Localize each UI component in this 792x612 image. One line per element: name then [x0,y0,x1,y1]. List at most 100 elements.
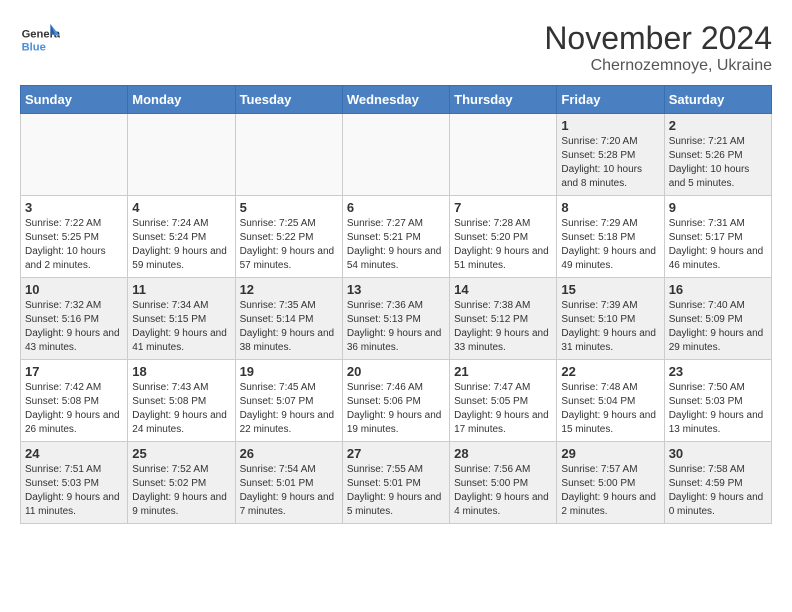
day-of-week-header: Friday [557,86,664,114]
month-title: November 2024 [544,20,772,57]
day-number: 1 [561,118,659,133]
day-number: 5 [240,200,338,215]
day-info: Sunrise: 7:34 AM Sunset: 5:15 PM Dayligh… [132,299,230,355]
day-info: Sunrise: 7:38 AM Sunset: 5:12 PM Dayligh… [454,299,552,355]
day-number: 18 [132,364,230,379]
day-number: 6 [347,200,445,215]
day-info: Sunrise: 7:55 AM Sunset: 5:01 PM Dayligh… [347,463,445,519]
calendar-cell: 10 Sunrise: 7:32 AM Sunset: 5:16 PM Dayli… [21,278,128,360]
calendar-cell: 14 Sunrise: 7:38 AM Sunset: 5:12 PM Dayli… [450,278,557,360]
calendar-cell: 18 Sunrise: 7:43 AM Sunset: 5:08 PM Dayli… [128,360,235,442]
calendar-cell: 27 Sunrise: 7:55 AM Sunset: 5:01 PM Dayli… [342,442,449,524]
day-of-week-header: Monday [128,86,235,114]
day-number: 9 [669,200,767,215]
calendar-cell [342,114,449,196]
calendar-cell [235,114,342,196]
calendar-cell: 13Sunrise: 7:36 AM Sunset: 5:13 PM Dayli… [342,278,449,360]
day-info: Sunrise: 7:32 AM Sunset: 5:16 PM Dayligh… [25,299,123,355]
day-number: 30 [669,446,767,461]
calendar-cell: 26 Sunrise: 7:54 AM Sunset: 5:01 PM Dayli… [235,442,342,524]
calendar-cell: 30 Sunrise: 7:58 AM Sunset: 4:59 PM Dayli… [664,442,771,524]
day-info: Sunrise: 7:20 AM Sunset: 5:28 PM Dayligh… [561,135,659,191]
day-info: Sunrise: 7:25 AM Sunset: 5:22 PM Dayligh… [240,217,338,273]
day-of-week-header: Wednesday [342,86,449,114]
logo-icon: General Blue [20,20,60,60]
logo: General Blue [20,20,64,60]
day-of-week-header: Thursday [450,86,557,114]
day-info: Sunrise: 7:48 AM Sunset: 5:04 PM Dayligh… [561,381,659,437]
day-info: Sunrise: 7:57 AM Sunset: 5:00 PM Dayligh… [561,463,659,519]
calendar-cell: 28 Sunrise: 7:56 AM Sunset: 5:00 PM Dayli… [450,442,557,524]
day-info: Sunrise: 7:51 AM Sunset: 5:03 PM Dayligh… [25,463,123,519]
day-info: Sunrise: 7:56 AM Sunset: 5:00 PM Dayligh… [454,463,552,519]
day-number: 22 [561,364,659,379]
calendar-cell [128,114,235,196]
location-subtitle: Chernozemnoye, Ukraine [544,57,772,75]
day-info: Sunrise: 7:52 AM Sunset: 5:02 PM Dayligh… [132,463,230,519]
day-number: 14 [454,282,552,297]
day-number: 23 [669,364,767,379]
calendar-cell: 19 Sunrise: 7:45 AM Sunset: 5:07 PM Dayli… [235,360,342,442]
day-info: Sunrise: 7:45 AM Sunset: 5:07 PM Dayligh… [240,381,338,437]
calendar-cell: 7Sunrise: 7:28 AM Sunset: 5:20 PM Daylig… [450,196,557,278]
day-number: 8 [561,200,659,215]
day-info: Sunrise: 7:46 AM Sunset: 5:06 PM Dayligh… [347,381,445,437]
calendar-cell: 20 Sunrise: 7:46 AM Sunset: 5:06 PM Dayli… [342,360,449,442]
day-info: Sunrise: 7:58 AM Sunset: 4:59 PM Dayligh… [669,463,767,519]
day-number: 12 [240,282,338,297]
calendar-cell: 5 Sunrise: 7:25 AM Sunset: 5:22 PM Daylig… [235,196,342,278]
day-number: 19 [240,364,338,379]
day-number: 25 [132,446,230,461]
day-info: Sunrise: 7:31 AM Sunset: 5:17 PM Dayligh… [669,217,767,273]
day-number: 15 [561,282,659,297]
day-number: 7 [454,200,552,215]
day-number: 2 [669,118,767,133]
calendar-cell: 16 Sunrise: 7:40 AM Sunset: 5:09 PM Dayli… [664,278,771,360]
day-number: 10 [25,282,123,297]
day-info: Sunrise: 7:39 AM Sunset: 5:10 PM Dayligh… [561,299,659,355]
day-number: 29 [561,446,659,461]
calendar-cell: 23 Sunrise: 7:50 AM Sunset: 5:03 PM Dayli… [664,360,771,442]
calendar-cell [21,114,128,196]
day-info: Sunrise: 7:54 AM Sunset: 5:01 PM Dayligh… [240,463,338,519]
day-number: 27 [347,446,445,461]
day-info: Sunrise: 7:43 AM Sunset: 5:08 PM Dayligh… [132,381,230,437]
day-info: Sunrise: 7:35 AM Sunset: 5:14 PM Dayligh… [240,299,338,355]
day-info: Sunrise: 7:50 AM Sunset: 5:03 PM Dayligh… [669,381,767,437]
calendar-cell: 12 Sunrise: 7:35 AM Sunset: 5:14 PM Dayli… [235,278,342,360]
day-info: Sunrise: 7:42 AM Sunset: 5:08 PM Dayligh… [25,381,123,437]
day-of-week-header: Sunday [21,86,128,114]
calendar-cell: 29 Sunrise: 7:57 AM Sunset: 5:00 PM Dayli… [557,442,664,524]
calendar-cell: 8 Sunrise: 7:29 AM Sunset: 5:18 PM Daylig… [557,196,664,278]
day-info: Sunrise: 7:22 AM Sunset: 5:25 PM Dayligh… [25,217,123,273]
calendar-cell: 6Sunrise: 7:27 AM Sunset: 5:21 PM Daylig… [342,196,449,278]
calendar-cell: 4 Sunrise: 7:24 AM Sunset: 5:24 PM Daylig… [128,196,235,278]
calendar-cell: 17 Sunrise: 7:42 AM Sunset: 5:08 PM Dayli… [21,360,128,442]
day-info: Sunrise: 7:24 AM Sunset: 5:24 PM Dayligh… [132,217,230,273]
day-number: 13 [347,282,445,297]
day-number: 28 [454,446,552,461]
calendar-cell: 9 Sunrise: 7:31 AM Sunset: 5:17 PM Daylig… [664,196,771,278]
day-number: 24 [25,446,123,461]
calendar-cell: 25 Sunrise: 7:52 AM Sunset: 5:02 PM Dayli… [128,442,235,524]
calendar-cell: 11Sunrise: 7:34 AM Sunset: 5:15 PM Dayli… [128,278,235,360]
calendar-cell: 22 Sunrise: 7:48 AM Sunset: 5:04 PM Dayli… [557,360,664,442]
day-number: 26 [240,446,338,461]
day-of-week-header: Tuesday [235,86,342,114]
day-number: 21 [454,364,552,379]
day-info: Sunrise: 7:21 AM Sunset: 5:26 PM Dayligh… [669,135,767,191]
day-number: 17 [25,364,123,379]
calendar-cell: 21Sunrise: 7:47 AM Sunset: 5:05 PM Dayli… [450,360,557,442]
day-info: Sunrise: 7:29 AM Sunset: 5:18 PM Dayligh… [561,217,659,273]
day-info: Sunrise: 7:40 AM Sunset: 5:09 PM Dayligh… [669,299,767,355]
calendar-cell: 2 Sunrise: 7:21 AM Sunset: 5:26 PM Daylig… [664,114,771,196]
svg-text:Blue: Blue [22,41,46,53]
calendar-cell: 15 Sunrise: 7:39 AM Sunset: 5:10 PM Dayli… [557,278,664,360]
day-number: 4 [132,200,230,215]
day-number: 3 [25,200,123,215]
day-of-week-header: Saturday [664,86,771,114]
day-number: 20 [347,364,445,379]
day-number: 16 [669,282,767,297]
calendar-cell: 1 Sunrise: 7:20 AM Sunset: 5:28 PM Daylig… [557,114,664,196]
calendar-cell: 3 Sunrise: 7:22 AM Sunset: 5:25 PM Daylig… [21,196,128,278]
